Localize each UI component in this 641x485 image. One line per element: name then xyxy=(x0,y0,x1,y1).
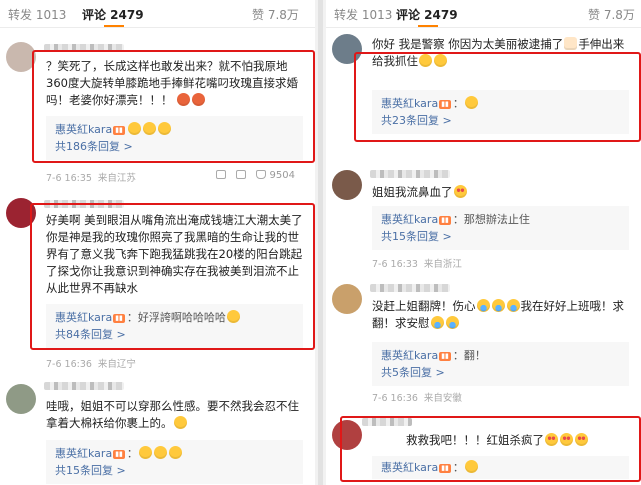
avatar[interactable] xyxy=(332,170,362,200)
username-blurred[interactable] xyxy=(370,170,450,178)
location: 来自浙江 xyxy=(423,259,462,270)
comment-text-content: 你好 我是警察 你因为太美丽被逮捕了 xyxy=(372,37,564,51)
like-icon[interactable] xyxy=(256,170,267,179)
laugh-emoji-icon xyxy=(153,446,167,459)
laugh-emoji-icon xyxy=(168,446,182,459)
left-tab-bar: 转发 1013 评论 2479 赞 7.8万 xyxy=(0,0,315,28)
tab-repost[interactable]: 转发 1013 xyxy=(334,6,392,23)
comment-text-content: 没赶上姐翻牌！伤心 xyxy=(372,299,476,313)
crying-emoji-icon xyxy=(445,316,459,329)
crying-emoji-icon xyxy=(430,316,444,329)
fan-badge-icon: ▮▮ xyxy=(439,352,451,361)
share-icon[interactable] xyxy=(216,170,227,179)
reply-author[interactable]: 惠英紅kara xyxy=(55,447,112,460)
tab-comments[interactable]: 评论 2479 xyxy=(82,6,144,23)
avatar[interactable] xyxy=(332,284,362,314)
fan-badge-icon: ▮▮ xyxy=(439,216,451,225)
comment-meta: 7-6 16:36 来自安徽 xyxy=(372,390,631,404)
highlight-box xyxy=(354,52,641,142)
tab-comments[interactable]: 评论 2479 xyxy=(396,6,458,23)
timestamp: 7-6 16:35 xyxy=(46,173,92,184)
left-comment-panel: 转发 1013 评论 2479 赞 7.8万 ？笑死了，长成这样也敢发出来？就不… xyxy=(0,0,315,485)
username-blurred[interactable] xyxy=(44,382,124,390)
drool-emoji-icon xyxy=(453,185,467,198)
crying-emoji-icon xyxy=(476,299,490,312)
fan-badge-icon: ▮▮ xyxy=(113,450,125,459)
highlight-box xyxy=(32,50,315,163)
location: 来自辽宁 xyxy=(97,359,136,370)
comment-meta: 7-6 16:35 来自江苏 9504 xyxy=(46,170,305,184)
comment-text: 姐姐我流鼻血了 xyxy=(372,184,629,201)
comment-icon[interactable] xyxy=(236,170,247,179)
reply-author[interactable]: 惠英紅kara xyxy=(381,213,438,226)
reply-preview[interactable]: 惠英紅kara ▮▮ ：那想辦法止住 共15条回复 > xyxy=(372,206,629,250)
reply-count-link[interactable]: 共15条回复 > xyxy=(381,228,620,245)
laugh-emoji-icon xyxy=(138,446,152,459)
reply-count-link[interactable]: 共15条回复 > xyxy=(55,462,294,479)
avatar[interactable] xyxy=(6,384,36,414)
reply-count-link[interactable]: 共5条回复 > xyxy=(381,364,620,381)
highlight-box xyxy=(340,416,641,482)
panel-divider xyxy=(318,0,323,485)
highlight-box xyxy=(30,203,315,350)
timestamp: 7-6 16:36 xyxy=(46,359,92,370)
comment-meta: 7-6 16:36 来自辽宁 xyxy=(46,356,305,370)
username-blurred[interactable] xyxy=(370,284,450,292)
location: 来自安徽 xyxy=(423,393,462,404)
right-tab-bar: 转发 1013 评论 2479 赞 7.8万 xyxy=(326,0,641,28)
comment-text-content: 哇哦，姐姐不可以穿那么性感。要不然我会忍不住拿着大棉袄给你裹上的。 xyxy=(46,399,299,430)
tab-indicator xyxy=(418,25,438,27)
raised-hands-emoji-icon xyxy=(564,37,578,50)
reply-text: ：那想辦法止住 xyxy=(452,213,530,226)
like-count: 9504 xyxy=(269,170,295,181)
tab-repost[interactable]: 转发 1013 xyxy=(8,6,66,23)
tab-likes[interactable]: 赞 7.8万 xyxy=(588,6,635,23)
comment-text: 没赶上姐翻牌！伤心 我在好好上班哦！求翻！求安慰 xyxy=(372,298,629,332)
timestamp: 7-6 16:33 xyxy=(372,259,418,270)
comment-text-content: 姐姐我流鼻血了 xyxy=(372,185,453,199)
reply-text: ：翻！ xyxy=(452,349,486,362)
comment-actions: 9504 xyxy=(206,170,295,181)
reply-preview[interactable]: 惠英紅kara ▮▮： 共15条回复 > xyxy=(46,440,303,484)
smile-emoji-icon xyxy=(173,416,187,429)
comment-text: 哇哦，姐姐不可以穿那么性感。要不然我会忍不住拿着大棉袄给你裹上的。 xyxy=(46,398,303,432)
comment-meta: 7-6 16:33 来自浙江 xyxy=(372,256,631,270)
tab-indicator xyxy=(104,25,124,27)
crying-emoji-icon xyxy=(506,299,520,312)
reply-preview[interactable]: 惠英紅kara ▮▮ ：翻！ 共5条回复 > xyxy=(372,342,629,386)
screenshot-canvas: 转发 1013 评论 2479 赞 7.8万 ？笑死了，长成这样也敢发出来？就不… xyxy=(0,0,641,485)
crying-emoji-icon xyxy=(491,299,505,312)
tab-likes[interactable]: 赞 7.8万 xyxy=(252,6,299,23)
reply-text: ： xyxy=(126,447,138,460)
right-comment-panel: 转发 1013 评论 2479 赞 7.8万 你好 我是警察 你因为太美丽被逮捕… xyxy=(326,0,641,485)
location: 来自江苏 xyxy=(97,173,136,184)
reply-author[interactable]: 惠英紅kara xyxy=(381,349,438,362)
timestamp: 7-6 16:36 xyxy=(372,393,418,404)
